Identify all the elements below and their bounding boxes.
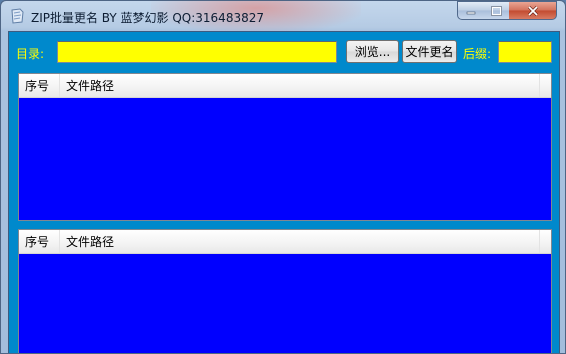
column-header-index[interactable]: 序号 — [19, 230, 60, 253]
suffix-label: 后缀: — [463, 47, 492, 61]
directory-input[interactable] — [57, 41, 337, 63]
app-window: ZIP批量更名 BY 蓝梦幻影 QQ:316483827 目录: 浏览... 文… — [0, 0, 566, 354]
app-icon — [11, 8, 24, 24]
column-header-path[interactable]: 文件路径 — [60, 74, 540, 97]
browse-button[interactable]: 浏览... — [346, 40, 399, 63]
column-header-path[interactable]: 文件路径 — [60, 230, 540, 253]
maximize-button[interactable] — [483, 1, 510, 20]
client-area: 目录: 浏览... 文件更名 后缀: 序号 文件路径 序号 文件路径 — [8, 31, 560, 353]
maximize-icon — [490, 5, 502, 16]
list-header: 序号 文件路径 — [19, 230, 551, 254]
suffix-input[interactable] — [498, 41, 552, 63]
directory-label: 目录: — [16, 47, 45, 61]
minimize-button[interactable] — [457, 1, 484, 20]
column-header-filler — [540, 230, 553, 253]
rename-button[interactable]: 文件更名 — [402, 40, 457, 63]
close-icon — [527, 5, 538, 16]
column-header-index[interactable]: 序号 — [19, 74, 60, 97]
list-header: 序号 文件路径 — [19, 74, 551, 98]
source-file-list[interactable]: 序号 文件路径 — [18, 73, 552, 221]
window-title: ZIP批量更名 BY 蓝梦幻影 QQ:316483827 — [31, 11, 264, 25]
result-file-list[interactable]: 序号 文件路径 — [18, 229, 552, 353]
column-header-filler — [540, 74, 553, 97]
close-button[interactable] — [509, 1, 557, 20]
minimize-icon — [466, 11, 475, 14]
title-bar[interactable]: ZIP批量更名 BY 蓝梦幻影 QQ:316483827 — [1, 1, 565, 31]
